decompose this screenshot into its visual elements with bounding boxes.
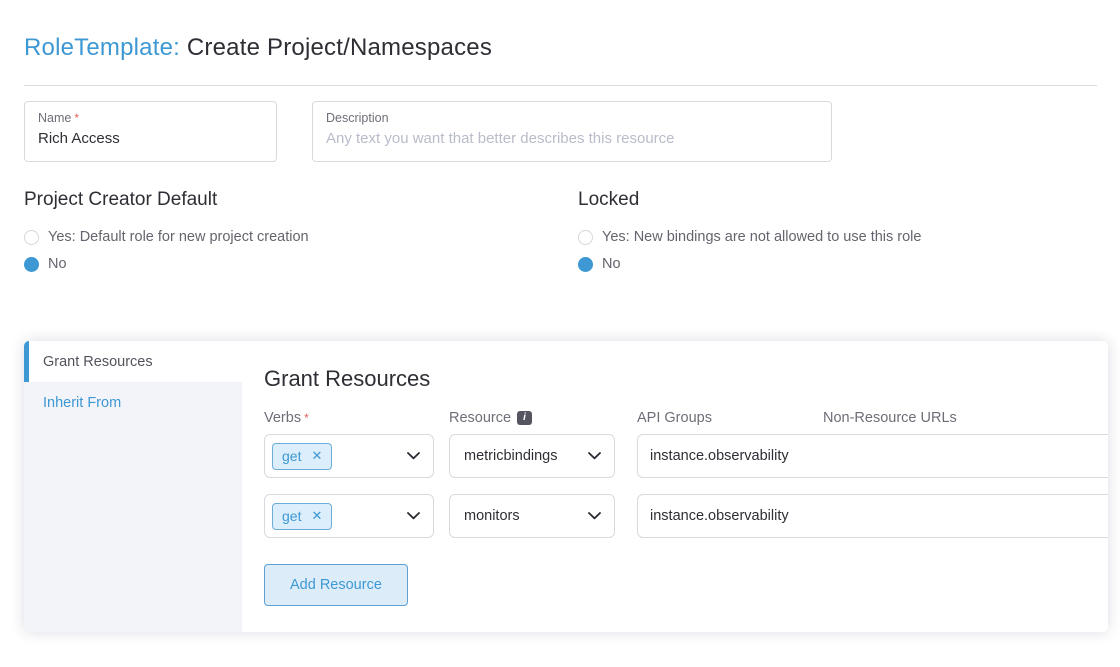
grant-resources-panel: Grant Resources Verbs* Resourcei API Gro… — [242, 341, 1108, 632]
description-field[interactable]: Description — [312, 101, 832, 162]
radio-option-locked-no[interactable]: No — [578, 256, 921, 272]
tab-inherit-from[interactable]: Inherit From — [24, 382, 242, 423]
radio-label: Yes: New bindings are not allowed to use… — [602, 229, 921, 245]
required-asterisk: * — [304, 411, 309, 425]
description-input[interactable] — [326, 130, 818, 147]
verbs-select[interactable]: get ✕ — [264, 434, 434, 478]
name-label: Name* — [38, 111, 263, 125]
add-resource-button[interactable]: Add Resource — [264, 564, 408, 606]
resource-rule-row: get✕ metricbindings Remove — [264, 434, 1088, 478]
grant-resources-heading: Grant Resources — [264, 366, 1088, 392]
remove-verb-icon[interactable]: ✕ — [311, 449, 322, 462]
column-header-resource: Resourcei — [449, 410, 615, 426]
chevron-down-icon — [588, 452, 601, 460]
basic-fields-row: Name* Description — [24, 101, 1097, 162]
resource-rule-row: get✕ monitors Remove — [264, 494, 1088, 538]
roletemplate-create-page: RoleTemplate: Create Project/Namespaces … — [0, 33, 1120, 632]
chevron-down-icon — [407, 512, 420, 520]
verbs-select[interactable]: get ✕ — [264, 494, 434, 538]
verb-tag[interactable]: get ✕ — [272, 443, 332, 470]
section-locked: Locked Yes: New bindings are not allowed… — [578, 189, 921, 283]
radio-selected-icon[interactable] — [24, 257, 39, 272]
radio-label: Yes: Default role for new project creati… — [48, 229, 309, 245]
tab-grant-resources[interactable]: Grant Resources — [24, 341, 242, 382]
tab-sidebar: Grant Resources Inherit From — [24, 341, 242, 632]
resource-select-value: monitors — [464, 508, 588, 524]
radio-option-default-role-yes[interactable]: Yes: Default role for new project creati… — [24, 229, 578, 245]
verb-tag-label: get — [282, 448, 301, 464]
radio-option-locked-yes[interactable]: Yes: New bindings are not allowed to use… — [578, 229, 921, 245]
radio-label: No — [48, 256, 67, 272]
column-header-api-groups: API Groups — [637, 410, 785, 426]
name-field[interactable]: Name* — [24, 101, 277, 162]
remove-verb-icon[interactable]: ✕ — [311, 509, 322, 522]
chevron-down-icon — [407, 452, 420, 460]
required-asterisk: * — [74, 111, 79, 125]
resource-select[interactable]: metricbindings — [449, 434, 615, 478]
info-icon[interactable]: i — [517, 411, 532, 425]
api-groups-input[interactable] — [637, 434, 1108, 478]
page-title-main: Create Project/Namespaces — [187, 34, 492, 61]
radio-selected-icon[interactable] — [578, 257, 593, 272]
page-title: RoleTemplate: Create Project/Namespaces — [24, 33, 1097, 62]
title-divider — [24, 85, 1097, 86]
column-header-verbs: Verbs* — [264, 410, 434, 426]
name-input[interactable] — [38, 130, 263, 147]
section-project-creator-default: Project Creator Default Yes: Default rol… — [24, 189, 578, 283]
column-header-non-resource-urls: Non-Resource URLs — [823, 410, 968, 426]
resource-select[interactable]: monitors — [449, 494, 615, 538]
radio-unselected-icon[interactable] — [578, 230, 593, 245]
grant-columns-header: Verbs* Resourcei API Groups Non-Resource… — [264, 410, 1088, 426]
resource-select-value: metricbindings — [464, 448, 588, 464]
description-label: Description — [326, 111, 818, 125]
tabbed-panel: Grant Resources Inherit From Grant Resou… — [24, 341, 1108, 632]
verb-tag[interactable]: get ✕ — [272, 503, 332, 530]
radio-label: No — [602, 256, 621, 272]
radio-sections: Project Creator Default Yes: Default rol… — [24, 189, 1097, 283]
page-title-type: RoleTemplate: — [24, 34, 180, 61]
api-groups-input[interactable] — [637, 494, 1108, 538]
chevron-down-icon — [588, 512, 601, 520]
locked-heading: Locked — [578, 189, 921, 211]
radio-unselected-icon[interactable] — [24, 230, 39, 245]
project-creator-default-heading: Project Creator Default — [24, 189, 578, 211]
verb-tag-label: get — [282, 508, 301, 524]
radio-option-default-role-no[interactable]: No — [24, 256, 578, 272]
